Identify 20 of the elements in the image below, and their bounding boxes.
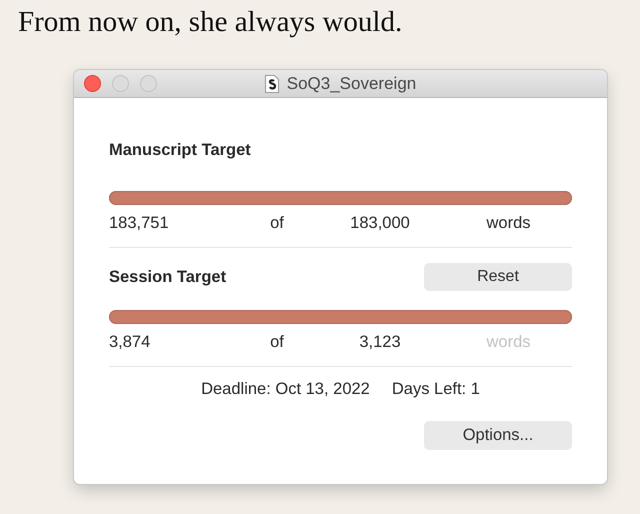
minimize-icon[interactable]: [112, 75, 129, 92]
document-icon: [264, 74, 279, 92]
unit-label: words: [485, 332, 532, 352]
story-text: From now on, she always would.: [18, 6, 402, 40]
of-label: of: [269, 332, 285, 352]
reset-button[interactable]: Reset: [424, 263, 572, 291]
close-icon[interactable]: [84, 75, 101, 92]
word-count: 3,874: [109, 332, 152, 352]
options-button[interactable]: Options...: [424, 421, 572, 450]
section-heading: Session Target: [109, 268, 226, 286]
target-count: 183,000: [349, 214, 411, 232]
days-left-text: Days Left: 1: [392, 380, 480, 399]
word-count: 183,751: [109, 214, 170, 232]
zoom-icon[interactable]: [140, 75, 157, 92]
window-title: SoQ3_Sovereign: [286, 74, 416, 94]
section-heading: Manuscript Target: [109, 140, 251, 160]
deadline-text: Deadline: Oct 13, 2022: [201, 380, 370, 399]
target-count: 3,123: [358, 332, 402, 352]
of-label: of: [269, 214, 285, 232]
unit-label: words: [485, 214, 532, 232]
